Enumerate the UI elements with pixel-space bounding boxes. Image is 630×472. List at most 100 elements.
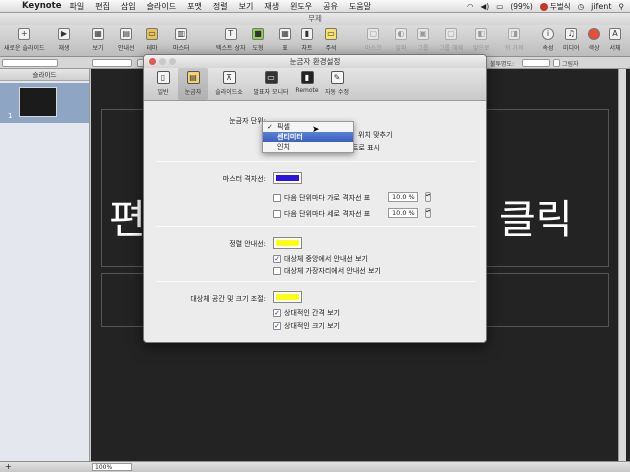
shadow-checkbox[interactable]: [553, 59, 560, 67]
comment-icon: ▭: [325, 28, 337, 40]
wifi-icon[interactable]: ◠: [467, 2, 474, 11]
separator: [156, 281, 476, 282]
units-option-inches[interactable]: 인치: [263, 142, 353, 152]
mask-icon: ▢: [367, 28, 380, 40]
ruler-units-popup-menu: ✓ 픽셀 센티미터 인치: [262, 121, 354, 153]
menu-app-name[interactable]: Keynote: [22, 1, 61, 11]
text-box-button[interactable]: T 텍스트 상자: [216, 28, 246, 52]
tab-general[interactable]: ▯ 일반: [148, 68, 178, 100]
shadow-label: 그림자: [562, 61, 579, 68]
add-slide-icon[interactable]: +: [5, 462, 12, 472]
colors-button[interactable]: 색상: [588, 28, 600, 52]
guides-center-checkbox[interactable]: ✓: [273, 255, 281, 263]
menu-format[interactable]: 포맷: [187, 1, 202, 12]
menu-arrange[interactable]: 정렬: [213, 1, 228, 12]
status-bar: + 100%: [0, 461, 630, 472]
inspector-icon: i: [542, 28, 554, 40]
inspector-button[interactable]: i 속성: [542, 28, 554, 52]
relative-size-checkbox[interactable]: ✓: [273, 322, 281, 330]
checkmark-icon: ✓: [267, 123, 273, 131]
spacing-color-well[interactable]: [273, 291, 302, 303]
table-button[interactable]: ▦ 표: [279, 28, 291, 52]
zoom-select[interactable]: 100%: [92, 463, 132, 471]
shape-button[interactable]: ■ 도형: [252, 28, 264, 52]
alignment-guides-color-well[interactable]: [273, 237, 302, 249]
spacing-color: [276, 294, 299, 300]
slideshow-icon: ⊼: [222, 71, 236, 84]
minimize-icon[interactable]: [159, 58, 166, 65]
menu-slide[interactable]: 슬라이드: [147, 1, 176, 12]
grid-vertical-checkbox[interactable]: [273, 210, 281, 218]
vertical-scrollbar[interactable]: [618, 69, 626, 461]
menu-file[interactable]: 파일: [69, 1, 84, 12]
master-button[interactable]: ▥ 마스터: [173, 28, 190, 52]
plus-icon: +: [18, 28, 31, 40]
clock-icon[interactable]: ◷: [578, 2, 585, 11]
guides-edge-checkbox[interactable]: [273, 267, 281, 275]
menu-edit[interactable]: 편집: [95, 1, 110, 12]
grid-vertical-label: 다음 단위마다 세로 격자선 표: [284, 210, 371, 218]
units-option-pixels[interactable]: ✓ 픽셀: [263, 122, 353, 132]
media-icon: ♫: [565, 28, 578, 40]
guides-icon: ▤: [120, 28, 133, 40]
tab-autocorrect[interactable]: ✎ 자동 수정: [322, 68, 352, 100]
grid-vertical-value[interactable]: 10.0 %: [388, 208, 418, 218]
relative-spacing-label: 상대적인 간격 보기: [284, 309, 340, 317]
grid-horizontal-value[interactable]: 10.0 %: [388, 192, 418, 202]
volume-icon[interactable]: ◀): [481, 2, 490, 11]
units-option-centimeters[interactable]: 센티미터: [263, 132, 353, 142]
slide-thumbnail-row[interactable]: 1: [0, 83, 89, 123]
slide-thumbnail[interactable]: [19, 87, 57, 117]
spotlight-icon[interactable]: ⚲: [619, 2, 625, 11]
send-backward-button[interactable]: ◨ 뒤 가져: [505, 28, 523, 52]
play-button[interactable]: ▶ 재생: [58, 28, 70, 52]
grid-vertical-stepper[interactable]: ▴▾: [425, 208, 431, 218]
tab-remote[interactable]: ▮ Remote: [292, 68, 322, 100]
ungroup-icon: ▢: [445, 28, 457, 40]
grid-horizontal-checkbox[interactable]: [273, 194, 281, 202]
battery-icon[interactable]: ▭: [496, 2, 503, 11]
guides-center-label: 대상체 중앙에서 안내선 보기: [284, 255, 368, 263]
mask-button[interactable]: ▢ 마스크: [365, 28, 382, 52]
group-button[interactable]: ▣ 그룹: [417, 28, 429, 52]
theme-button[interactable]: ▭ 테마: [146, 28, 158, 52]
comment-button[interactable]: ▭ 주석: [325, 28, 337, 52]
chart-button[interactable]: ▮ 차트: [301, 28, 313, 52]
separator: [156, 226, 476, 227]
fonts-button[interactable]: A 서체: [609, 28, 621, 52]
media-button[interactable]: ♫ 미디어: [563, 28, 580, 52]
menu-view[interactable]: 보기: [239, 1, 254, 12]
new-slide-button[interactable]: + 새로운 슬라이드: [4, 28, 45, 52]
guides-button[interactable]: ▤ 안내선: [118, 28, 135, 52]
user-name[interactable]: jifent: [591, 2, 611, 11]
title-text-left: 편: [109, 197, 146, 243]
grid-horizontal-stepper[interactable]: ▴▾: [425, 192, 431, 202]
tab-slideshow[interactable]: ⊼ 슬라이드쇼: [208, 68, 250, 100]
tab-rulers[interactable]: ▤ 눈금자: [178, 68, 208, 100]
close-icon[interactable]: [149, 58, 156, 65]
alpha-button[interactable]: ◐ 알파: [395, 28, 407, 52]
input-source[interactable]: 두벌식: [539, 1, 571, 12]
menu-window[interactable]: 윈도우: [290, 1, 312, 12]
zoom-icon[interactable]: [169, 58, 176, 65]
bring-forward-button[interactable]: ◧ 앞으로: [473, 28, 490, 52]
ungroup-button[interactable]: ▢ 그룹 해제: [439, 28, 463, 52]
back-icon: ◨: [508, 28, 521, 40]
format-style-field[interactable]: [2, 59, 58, 67]
battery-percent: (99%): [510, 2, 533, 11]
text-box-icon: T: [224, 28, 237, 40]
remote-icon: ▮: [300, 71, 314, 84]
menu-play[interactable]: 재생: [264, 1, 279, 12]
format-font-field[interactable]: [92, 59, 132, 67]
menu-share[interactable]: 공유: [323, 1, 338, 12]
alignment-guides-color: [276, 240, 299, 246]
view-button[interactable]: ▦ 보기: [92, 28, 104, 52]
opacity-field[interactable]: [522, 59, 550, 67]
font-icon: A: [609, 28, 621, 40]
menu-help[interactable]: 도움말: [349, 1, 371, 12]
master-grid-color-well[interactable]: [273, 172, 302, 184]
relative-spacing-checkbox[interactable]: ✓: [273, 309, 281, 317]
menu-insert[interactable]: 삽입: [121, 1, 136, 12]
tab-presenter-display[interactable]: ▭ 발표자 모니터: [250, 68, 292, 100]
relative-size-label: 상대적인 크기 보기: [284, 322, 340, 330]
